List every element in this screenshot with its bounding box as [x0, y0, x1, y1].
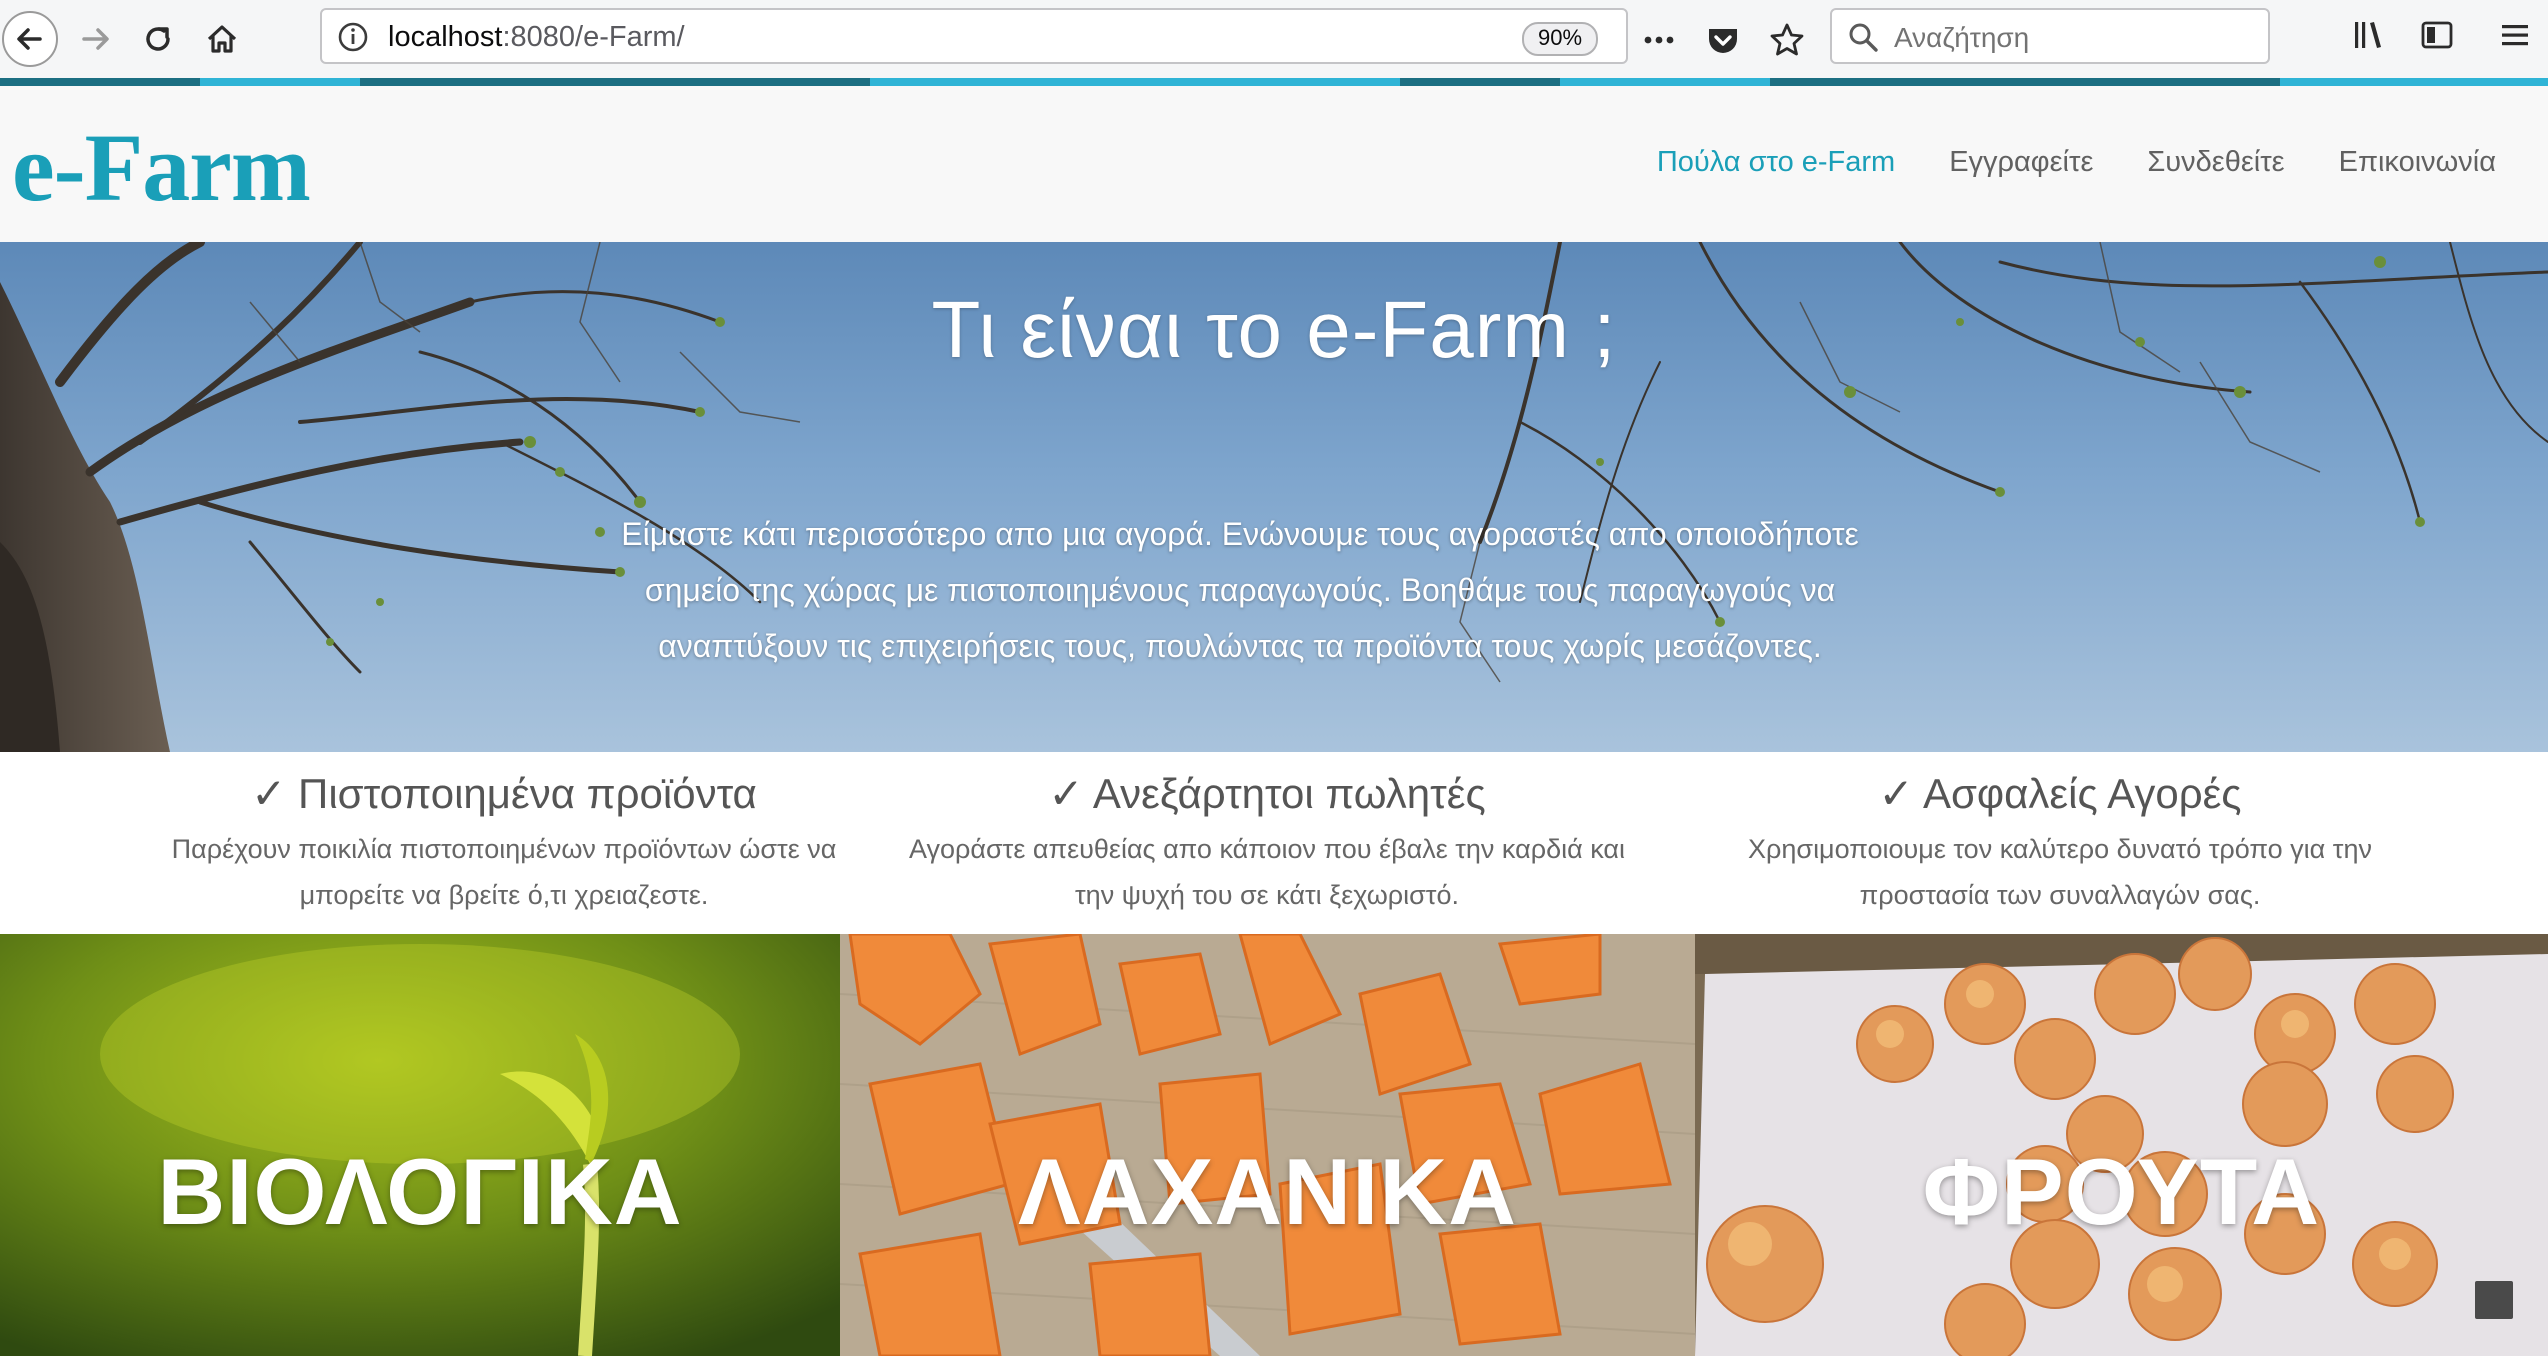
feature-title: ✓ Πιστοποιημένα προϊόντα: [251, 770, 757, 817]
category-tiles: ΒΙΟΛΟΓΙΚΑ ΛΑΧΑΝΙΚΑ ΦΡΟΥΤΑ: [0, 934, 2548, 1356]
feature-text: Παρέχουν ποικιλία πιστοποιημένων προϊόντ…: [171, 834, 837, 910]
reload-icon: [146, 27, 170, 51]
more-actions-icon[interactable]: [1640, 21, 1678, 59]
site-header: e-Farm Πούλα στο e-Farm Εγγραφείτε Συνδε…: [0, 86, 2548, 242]
category-label: ΒΙΟΛΟΓΙΚΑ: [157, 1139, 683, 1244]
back-button[interactable]: [2, 11, 58, 67]
feature-title: ✓ Ασφαλείς Αγορές: [1878, 770, 2242, 817]
url-host: localhost: [388, 21, 503, 53]
home-icon: [207, 25, 237, 53]
arrow-left-icon: [17, 28, 42, 50]
site-nav: Πούλα στο e-Farm Εγγραφείτε Συνδεθείτε Ε…: [1657, 146, 2496, 179]
forward-button[interactable]: [68, 11, 124, 67]
features-section: ✓ Πιστοποιημένα προϊόντα Παρέχουν ποικιλ…: [0, 752, 2548, 934]
url-bar[interactable]: localhost:8080/e-Farm/ 90%: [320, 8, 1804, 64]
url-text[interactable]: localhost:8080/e-Farm/: [388, 21, 685, 54]
reload-button[interactable]: [130, 11, 186, 67]
library-icon[interactable]: [2350, 16, 2388, 54]
category-tile-fruits[interactable]: ΦΡΟΥΤΑ: [1695, 934, 2548, 1356]
category-tile-organic[interactable]: ΒΙΟΛΟΓΙΚΑ: [0, 934, 840, 1356]
url-path: :8080/e-Farm/: [502, 21, 685, 53]
feature-text: Χρησιμοποιουμε τον καλύτερο δυνατό τρόπο…: [1748, 834, 2372, 910]
site-logo[interactable]: e-Farm: [12, 120, 311, 216]
nav-register[interactable]: Εγγραφείτε: [1949, 146, 2093, 179]
sidebar-icon[interactable]: [2418, 16, 2456, 54]
category-tile-vegetables[interactable]: ΛΑΧΑΝΙΚΑ: [840, 934, 1695, 1356]
feature-independent-sellers: ✓ Ανεξάρτητοι πωλητές Αγοράστε απευθείας…: [887, 766, 1647, 918]
category-label: ΛΑΧΑΝΙΚΑ: [1018, 1139, 1517, 1244]
browser-toolbar: localhost:8080/e-Farm/ 90% Αναζήτηση: [0, 0, 2548, 79]
nav-contact[interactable]: Επικοινωνία: [2339, 146, 2496, 179]
search-bar[interactable]: Αναζήτηση: [1830, 8, 2270, 64]
hero-title: Τι είναι το e-Farm ;: [931, 285, 1617, 374]
zoom-badge[interactable]: 90%: [1522, 22, 1599, 56]
search-placeholder: Αναζήτηση: [1894, 22, 2030, 53]
category-label: ΦΡΟΥΤΑ: [1922, 1139, 2321, 1244]
feature-title: ✓ Ανεξάρτητοι πωλητές: [1048, 770, 1486, 817]
arrow-right-icon: [82, 28, 109, 50]
hero-section: Τι είναι το e-Farm ; Είμαστε κάτι περισσ…: [0, 242, 2548, 752]
feature-text: Αγοράστε απευθείας απο κάποιον που έβαλε…: [908, 834, 1625, 910]
feature-secure-purchases: ✓ Ασφαλείς Αγορές Χρησιμοποιουμε τον καλ…: [1680, 766, 2440, 918]
nav-sell-on-efarm[interactable]: Πούλα στο e-Farm: [1657, 146, 1895, 179]
bookmark-star-icon[interactable]: [1768, 21, 1806, 59]
scroll-to-top-button[interactable]: [2475, 1281, 2513, 1319]
pocket-icon[interactable]: [1704, 21, 1742, 59]
info-icon[interactable]: [336, 20, 370, 54]
hero-description: Είμαστε κάτι περισσότερο απο μια αγορά. …: [621, 516, 1859, 664]
menu-icon[interactable]: [2496, 16, 2534, 54]
feature-certified-products: ✓ Πιστοποιημένα προϊόντα Παρέχουν ποικιλ…: [124, 766, 884, 918]
header-stripe: [0, 78, 2548, 86]
nav-login[interactable]: Συνδεθείτε: [2147, 146, 2284, 179]
home-button[interactable]: [194, 11, 250, 67]
search-icon: [1849, 23, 1878, 52]
